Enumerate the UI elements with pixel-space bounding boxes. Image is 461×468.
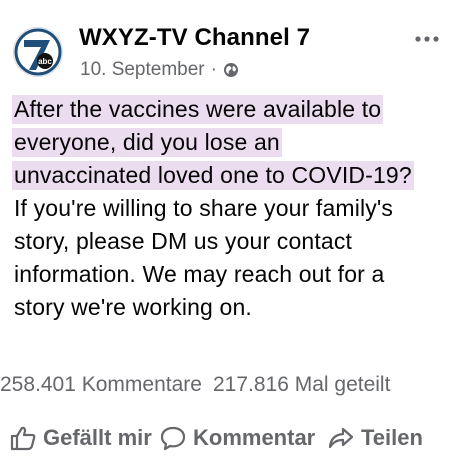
comment-label: Kommentar — [193, 425, 316, 450]
body-line: story we're working on. — [14, 294, 252, 320]
share-button[interactable]: Teilen — [327, 424, 423, 452]
facebook-post: abc WXYZ-TV Channel 7 10. September · Af… — [0, 0, 461, 468]
comment-button[interactable]: Kommentar — [159, 424, 315, 452]
post-text: After the vaccines were available to eve… — [12, 93, 454, 324]
highlighted-line: unvaccinated loved one to COVID-19? — [12, 161, 414, 190]
share-arrow-icon — [327, 424, 355, 452]
more-options-icon[interactable] — [414, 32, 440, 44]
highlighted-line: After the vaccines were available to — [12, 95, 384, 124]
page-avatar[interactable]: abc — [13, 27, 63, 77]
share-label: Teilen — [361, 425, 423, 450]
post-stats: 258.401 Kommentare 217.816 Mal geteilt — [0, 373, 390, 397]
like-button[interactable]: Gefällt mir — [9, 424, 152, 452]
page-name-link[interactable]: WXYZ-TV Channel 7 — [79, 24, 310, 52]
thumbs-up-icon — [9, 424, 37, 452]
body-line: story, please DM us your contact — [14, 228, 353, 254]
comment-bubble-icon — [159, 424, 187, 452]
highlighted-line: everyone, did you lose an — [12, 128, 282, 157]
body-line: If you're willing to share your family's — [14, 195, 394, 221]
action-bar: Gefällt mir Kommentar Teilen — [0, 424, 461, 458]
comments-count[interactable]: 258.401 Kommentare — [0, 373, 202, 396]
shares-count[interactable]: 217.816 Mal geteilt — [213, 373, 390, 396]
wxyz-logo-icon: abc — [14, 28, 62, 76]
post-meta: 10. September · — [80, 59, 239, 81]
post-date[interactable]: 10. September — [80, 59, 205, 81]
body-line: information. We may reach out for a — [14, 261, 385, 287]
meta-separator: · — [210, 59, 217, 80]
like-label: Gefällt mir — [43, 425, 152, 450]
abc-logo-text: abc — [38, 57, 52, 66]
globe-icon — [223, 62, 239, 78]
